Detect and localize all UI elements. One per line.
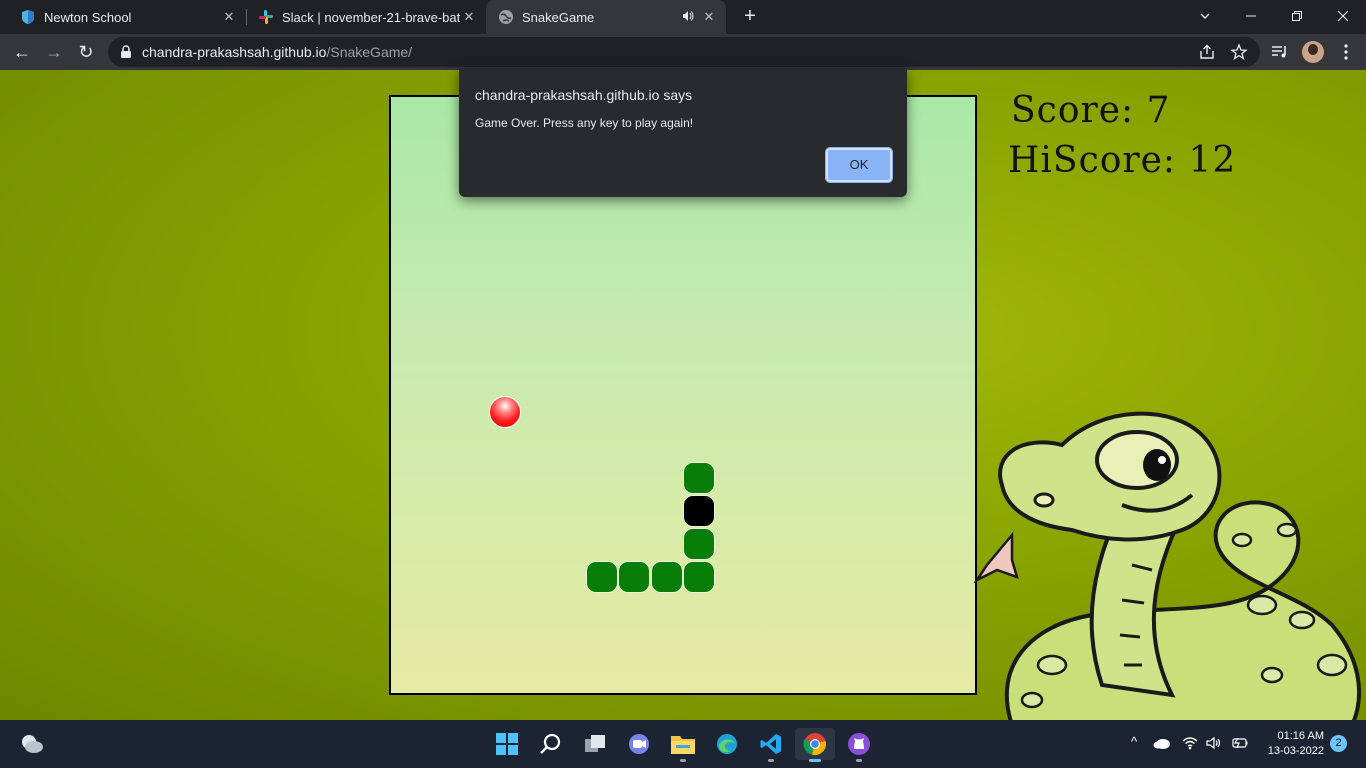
restore-button[interactable] bbox=[1274, 0, 1320, 32]
snake-head bbox=[683, 494, 716, 527]
snake-segment bbox=[683, 461, 716, 494]
tray-chevron-icon[interactable]: ^ bbox=[1131, 734, 1137, 749]
edge-browser-icon[interactable] bbox=[707, 728, 747, 760]
speaker-icon[interactable] bbox=[682, 10, 694, 25]
github-desktop-icon[interactable] bbox=[839, 728, 879, 762]
tab-slack[interactable]: Slack | november-21-brave-batch ✕ bbox=[246, 0, 486, 34]
windows-taskbar: ^ 01:16 AM 13-03-2022 2 bbox=[0, 720, 1366, 768]
snake-segment bbox=[650, 561, 683, 594]
snake-segment bbox=[618, 561, 651, 594]
reload-button[interactable]: ↻ bbox=[72, 38, 100, 66]
hiscore-display: HiScore: 12 bbox=[1008, 140, 1237, 181]
lock-icon[interactable] bbox=[120, 45, 132, 59]
snake-segment bbox=[683, 561, 716, 594]
snake-illustration bbox=[973, 411, 1361, 720]
tab-close-icon[interactable]: ✕ bbox=[460, 9, 478, 25]
tab-title: SnakeGame bbox=[522, 9, 595, 25]
wifi-icon[interactable] bbox=[1182, 736, 1198, 750]
address-bar[interactable]: chandra-prakashsah.github.io/SnakeGame/ bbox=[108, 37, 1260, 67]
system-clock[interactable]: 01:16 AM 13-03-2022 bbox=[1262, 729, 1324, 759]
url-path: /SnakeGame/ bbox=[326, 44, 413, 60]
back-button[interactable]: ← bbox=[8, 38, 36, 66]
newton-school-icon bbox=[22, 10, 34, 24]
alert-dialog: chandra-prakashsah.github.io says Game O… bbox=[459, 68, 907, 197]
menu-kebab-icon[interactable] bbox=[1338, 40, 1354, 64]
chrome-taskbar-icon[interactable] bbox=[795, 728, 835, 762]
search-icon[interactable] bbox=[531, 728, 571, 760]
clock-time: 01:16 AM bbox=[1277, 730, 1324, 742]
share-icon[interactable] bbox=[1198, 43, 1216, 61]
tab-close-icon[interactable]: ✕ bbox=[220, 9, 238, 25]
dialog-title: chandra-prakashsah.github.io says bbox=[475, 87, 693, 103]
clock-date: 13-03-2022 bbox=[1267, 745, 1324, 757]
url-host: chandra-prakashsah.github.io bbox=[142, 44, 327, 60]
tab-search-icon[interactable] bbox=[1182, 0, 1228, 32]
profile-avatar[interactable] bbox=[1302, 41, 1324, 63]
browser-toolbar: ← → ↻ chandra-prakashsah.github.io/Snake… bbox=[0, 34, 1366, 70]
onedrive-icon[interactable] bbox=[1153, 737, 1171, 749]
snake-segment bbox=[585, 561, 618, 594]
volume-icon[interactable] bbox=[1206, 736, 1222, 750]
ok-button[interactable]: OK bbox=[825, 147, 893, 183]
url-text: chandra-prakashsah.github.io/SnakeGame/ bbox=[142, 44, 412, 60]
new-tab-button[interactable]: + bbox=[738, 5, 762, 29]
battery-icon[interactable] bbox=[1230, 737, 1248, 749]
snake-segment bbox=[683, 528, 716, 560]
globe-icon bbox=[499, 10, 513, 24]
weather-widget-icon[interactable] bbox=[12, 728, 52, 760]
dialog-message: Game Over. Press any key to play again! bbox=[475, 116, 694, 130]
file-explorer-icon[interactable] bbox=[663, 728, 703, 762]
minimize-button[interactable] bbox=[1228, 0, 1274, 32]
tab-close-icon[interactable]: ✕ bbox=[700, 9, 718, 25]
vscode-icon[interactable] bbox=[751, 728, 791, 762]
teams-chat-icon[interactable] bbox=[619, 728, 659, 760]
forward-button[interactable]: → bbox=[40, 38, 68, 66]
start-button[interactable] bbox=[487, 728, 527, 760]
media-control-icon[interactable] bbox=[1270, 42, 1290, 62]
tab-title: Slack | november-21-brave-batch bbox=[282, 9, 460, 25]
tab-strip: Newton School ✕ Slack | november-21-brav… bbox=[0, 0, 1366, 34]
tab-title: Newton School bbox=[44, 9, 132, 25]
tab-snakegame[interactable]: SnakeGame ✕ bbox=[486, 0, 726, 34]
task-view-icon[interactable] bbox=[575, 728, 615, 760]
notification-badge[interactable]: 2 bbox=[1330, 735, 1347, 752]
score-display: Score: 7 bbox=[1011, 90, 1171, 131]
close-window-button[interactable] bbox=[1320, 0, 1366, 32]
tab-newton-school[interactable]: Newton School ✕ bbox=[0, 0, 246, 34]
food-item bbox=[488, 395, 521, 428]
slack-icon bbox=[259, 10, 273, 24]
bookmark-star-icon[interactable] bbox=[1230, 43, 1248, 61]
